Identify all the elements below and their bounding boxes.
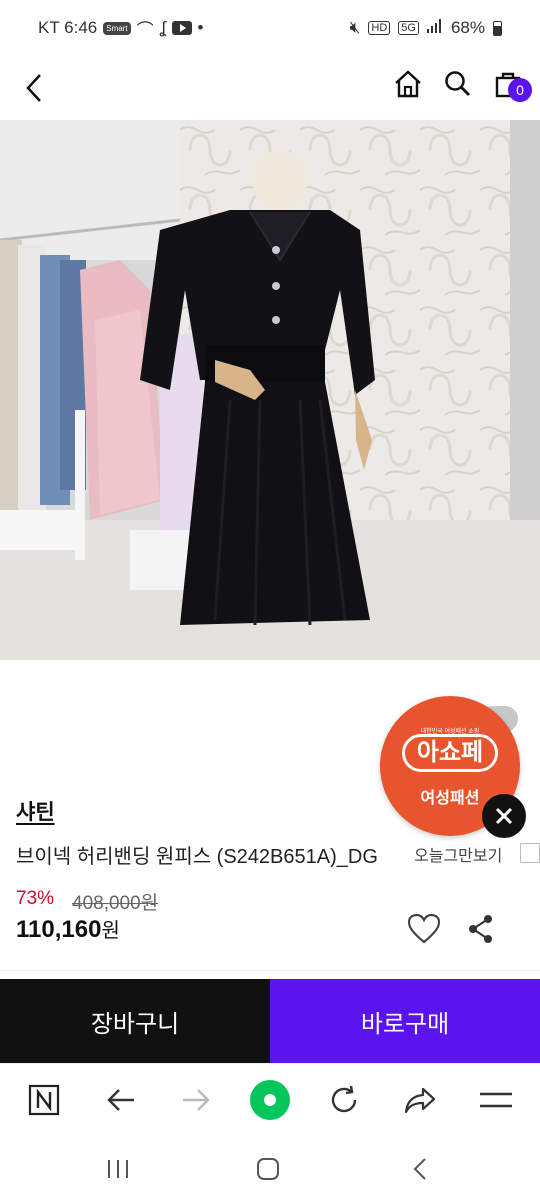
youtube-status-icon xyxy=(171,21,192,35)
android-nav-bar xyxy=(0,1135,540,1200)
green-dot-icon xyxy=(250,1080,290,1120)
dont-show-today-link[interactable]: 오늘그만보기 xyxy=(414,842,502,866)
sale-price: 110,160원 xyxy=(16,914,120,944)
search-button[interactable] xyxy=(440,64,476,104)
home-icon xyxy=(395,70,421,98)
promo-logo: 아쇼페 xyxy=(402,734,498,772)
like-button[interactable] xyxy=(406,912,442,946)
home-nav-button[interactable] xyxy=(246,1149,290,1189)
back-button[interactable] xyxy=(14,66,54,110)
smart-badge: Smart xyxy=(103,21,131,35)
product-name: 브이넥 허리밴딩 원피스 (S242B651A)_DG xyxy=(16,846,378,868)
browser-toolbar xyxy=(0,1063,540,1135)
arrow-left-icon xyxy=(107,1089,134,1111)
share-icon xyxy=(469,915,492,943)
buy-now-button[interactable]: 바로구매 xyxy=(270,979,540,1063)
green-dot-button[interactable] xyxy=(248,1078,292,1122)
share-arrow-icon xyxy=(404,1087,436,1114)
signal-icon xyxy=(426,18,443,38)
share-button[interactable] xyxy=(464,912,498,946)
home-button[interactable] xyxy=(390,64,426,104)
action-bar: 장바구니 바로구매 xyxy=(0,979,540,1063)
battery-icon xyxy=(493,20,502,36)
browser-share-button[interactable] xyxy=(398,1078,442,1122)
refresh-button[interactable] xyxy=(322,1078,366,1122)
heart-icon xyxy=(407,913,441,944)
top-nav: 0 xyxy=(0,56,540,120)
location-status-icon: ʆ xyxy=(159,18,166,37)
naver-n-icon xyxy=(28,1084,60,1116)
menu-button[interactable] xyxy=(474,1078,518,1122)
status-bar: KT 6:46 Smart ⌒ ʆ • 🔇︎ HD 5G 68% xyxy=(0,0,540,56)
cart-count-badge: 0 xyxy=(508,78,532,102)
nav-icons: 0 xyxy=(390,64,532,104)
add-to-cart-button[interactable]: 장바구니 xyxy=(0,979,270,1063)
more-notifications-icon: • xyxy=(197,18,204,37)
promo-close-button[interactable] xyxy=(482,794,526,838)
link-status-icon: ⌒ xyxy=(136,20,154,40)
arrow-right-icon xyxy=(183,1089,210,1111)
close-icon xyxy=(495,807,513,825)
search-icon xyxy=(445,71,470,96)
back-icon xyxy=(26,74,41,102)
refresh-icon xyxy=(331,1085,357,1113)
product-photo xyxy=(0,120,540,660)
discount-rate: 73% xyxy=(16,888,55,909)
hd-icon: HD xyxy=(368,21,391,35)
original-price: 408,000원 xyxy=(72,893,159,914)
sale-price-unit: 원 xyxy=(101,920,120,942)
chevron-left-icon xyxy=(413,1158,426,1180)
browser-forward-button[interactable] xyxy=(174,1078,218,1122)
carrier-time: KT 6:46 xyxy=(38,18,98,37)
mute-icon: 🔇︎ xyxy=(349,18,361,37)
product-image[interactable] xyxy=(0,120,540,660)
home-circle-icon xyxy=(257,1158,279,1180)
sale-price-number: 110,160 xyxy=(16,916,102,943)
divider xyxy=(0,970,540,971)
menu-icon xyxy=(480,1092,512,1108)
status-left: KT 6:46 Smart ⌒ ʆ • xyxy=(38,16,203,41)
recent-apps-icon xyxy=(108,1160,128,1178)
recent-apps-button[interactable] xyxy=(96,1149,140,1189)
naver-home-button[interactable] xyxy=(22,1078,66,1122)
back-nav-button[interactable] xyxy=(398,1149,442,1189)
cart-button[interactable]: 0 xyxy=(490,64,532,104)
battery-level: 68% xyxy=(450,18,485,37)
brand-link[interactable]: 샤틴 xyxy=(16,796,55,826)
browser-back-button[interactable] xyxy=(99,1078,143,1122)
status-right: 🔇︎ HD 5G 68% xyxy=(350,18,502,38)
network-icon: 5G xyxy=(398,21,419,35)
dont-show-today-checkbox[interactable] xyxy=(520,843,540,863)
